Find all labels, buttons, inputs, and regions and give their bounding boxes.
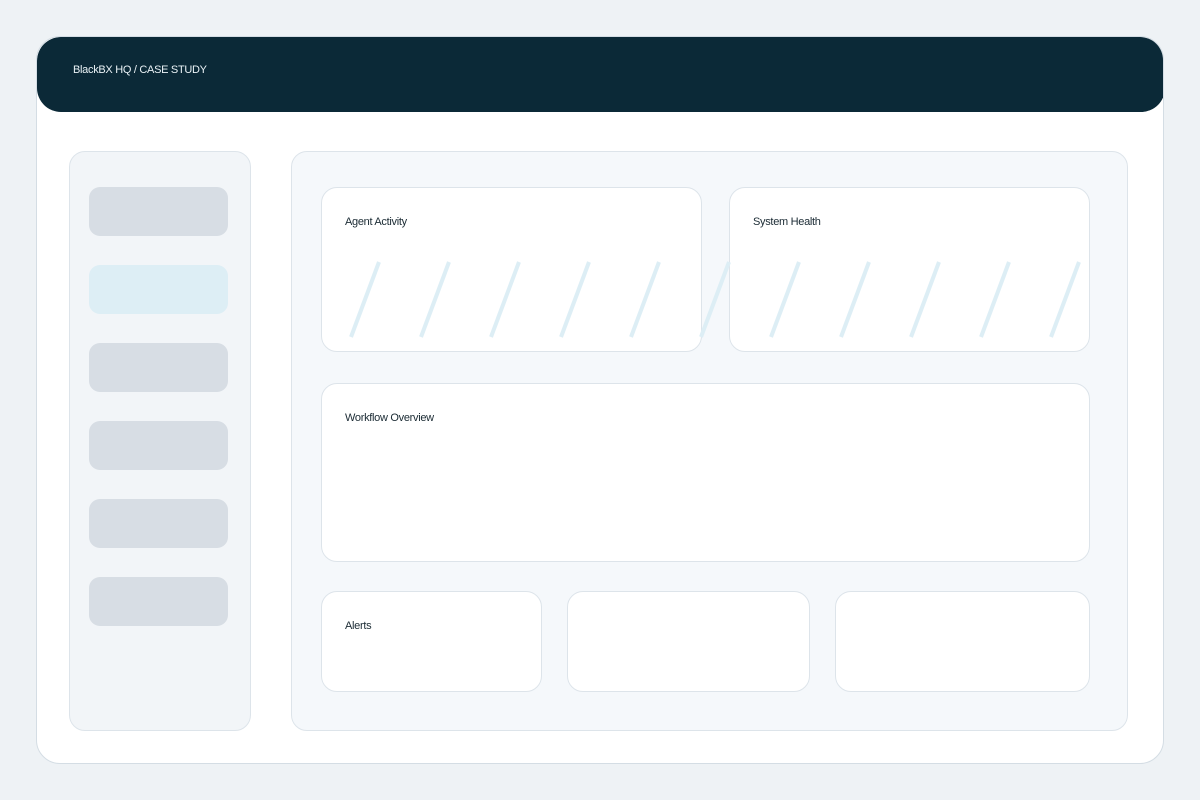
sidebar — [69, 151, 251, 731]
header-title: BlackBX HQ / CASE STUDY — [73, 64, 207, 76]
main-panel: Agent Activity System Health Workflow Ov… — [291, 151, 1128, 731]
system-health-title: System Health — [753, 216, 821, 228]
sidebar-item-3[interactable] — [89, 343, 228, 392]
blank-card-1[interactable] — [567, 591, 810, 692]
alerts-title: Alerts — [345, 620, 372, 632]
workflow-overview-title: Workflow Overview — [345, 412, 434, 424]
system-health-card[interactable]: System Health — [729, 187, 1090, 352]
agent-activity-title: Agent Activity — [345, 216, 407, 228]
sidebar-item-5[interactable] — [89, 499, 228, 548]
app-window: BlackBX HQ / CASE STUDY Agent Activity S… — [36, 36, 1164, 764]
sidebar-item-1[interactable] — [89, 187, 228, 236]
agent-activity-card[interactable]: Agent Activity — [321, 187, 702, 352]
sidebar-item-2-active[interactable] — [89, 265, 228, 314]
sidebar-item-4[interactable] — [89, 421, 228, 470]
header-bar: BlackBX HQ / CASE STUDY — [37, 37, 1163, 112]
sidebar-item-6[interactable] — [89, 577, 228, 626]
alerts-card[interactable]: Alerts — [321, 591, 542, 692]
workflow-overview-card[interactable]: Workflow Overview — [321, 383, 1090, 562]
blank-card-2[interactable] — [835, 591, 1090, 692]
stripe-6 — [699, 261, 731, 338]
